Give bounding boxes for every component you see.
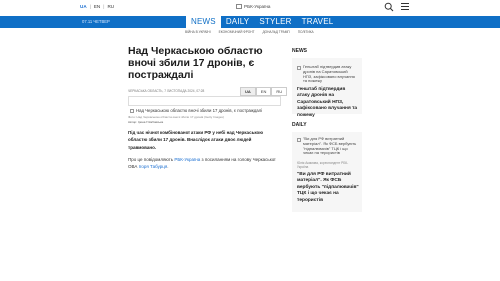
section-tabs: NEWS DAILY STYLER TRAVEL [185, 16, 338, 28]
subnav-item-trump[interactable]: ДОНАЛЬД ТРАМП [262, 30, 289, 34]
lang-ru[interactable]: RU [107, 4, 114, 9]
sidebar-daily-card[interactable]: "Ви для РФ витратний матеріал". Як ФСБ в… [292, 132, 362, 212]
logo-image-icon [236, 4, 242, 9]
sub-navigation: ВІЙНА В УКРАЇНІ ЕКОНОМІЧНИЙ ФРОНТ ДОНАЛЬ… [185, 30, 314, 34]
article-lead: Під час нічної комбінованої атаки РФ у н… [128, 130, 264, 150]
daily-card-image-alt: "Ви для РФ витратний матеріал". Як ФСБ в… [303, 136, 357, 156]
current-date: 07.11 ЧЕТВЕР [82, 19, 110, 24]
subnav-item-economy[interactable]: ЕКОНОМІЧНИЙ ФРОНТ [219, 30, 255, 34]
daily-card-headline[interactable]: "Ви для РФ витратний матеріал". Як ФСБ в… [297, 172, 359, 204]
subnav-item-war[interactable]: ВІЙНА В УКРАЇНІ [185, 30, 211, 34]
broken-image-icon [297, 65, 301, 70]
tab-styler[interactable]: STYLER [254, 16, 296, 28]
tab-news[interactable]: NEWS [185, 16, 221, 28]
tab-travel[interactable]: TRAVEL [297, 16, 339, 28]
logo-text: РБК-Україна [244, 4, 271, 9]
article-image-alt: Над Черкаською областю вночі збили 17 др… [136, 108, 263, 113]
lang-ua[interactable]: UA [80, 4, 87, 9]
sidebar-news-card[interactable]: Генштаб підтвердив атаку дронів на Сарат… [292, 58, 362, 118]
broken-image-icon [297, 137, 301, 142]
image-source: Фото: Над Черкаською областю вночі збили… [128, 115, 224, 119]
body-text: . [167, 164, 169, 170]
broken-image-icon [130, 108, 134, 113]
news-card-image-alt: Генштаб підтвердив атаку дронів на Сарат… [303, 64, 355, 84]
news-card-image: Генштаб підтвердив атаку дронів на Сарат… [297, 64, 357, 84]
sidebar-daily-heading[interactable]: DAILY [292, 122, 307, 128]
lang-en[interactable]: EN [94, 4, 100, 9]
link-ihor-taburets[interactable]: Ігоря Табурця [139, 164, 168, 169]
subnav-item-politics[interactable]: ПОЛІТИКА [298, 30, 314, 34]
lang-separator: | [89, 4, 91, 9]
article-author[interactable]: Автор: Ірина Глімбовська [128, 120, 163, 124]
article-language-switch: UA EN RU [240, 87, 288, 96]
daily-card-byline: Юлія Акимова, кореспондент РБК-Україна [297, 161, 349, 169]
site-logo[interactable]: РБК-Україна [236, 4, 270, 9]
news-card-headline[interactable]: Генштаб підтвердив атаку дронів на Сарат… [297, 87, 359, 119]
article-lang-en[interactable]: EN [255, 87, 272, 96]
article-meta: ЧЕРКАСЬКА ОБЛАСТЬ, 7 ЛИСТОПАДА 2024, 07:… [128, 89, 205, 93]
article-image: Над Черкаською областю вночі збили 17 др… [130, 108, 280, 113]
ad-placeholder [128, 96, 281, 106]
tab-daily[interactable]: DAILY [221, 16, 255, 28]
lang-separator: | [103, 4, 105, 9]
article-lang-ru[interactable]: RU [271, 87, 288, 96]
sidebar-news-heading[interactable]: NEWS [292, 48, 307, 54]
daily-card-image: "Ви для РФ витратний матеріал". Як ФСБ в… [297, 136, 357, 156]
link-rbc-ukraine[interactable]: РБК-Україна [174, 157, 200, 162]
article-title: Над Черкаською областю вночі збили 17 др… [128, 45, 263, 81]
hamburger-menu-icon[interactable] [401, 3, 409, 11]
body-text: Про це повідомляють [128, 157, 175, 162]
article-lang-ua[interactable]: UA [240, 87, 256, 96]
search-icon[interactable] [384, 2, 394, 12]
language-switcher: UA | EN | RU [80, 4, 114, 9]
top-bar: UA | EN | RU РБК-Україна [0, 0, 500, 14]
article-body: Про це повідомляють РБК-Україна з посила… [128, 156, 278, 171]
